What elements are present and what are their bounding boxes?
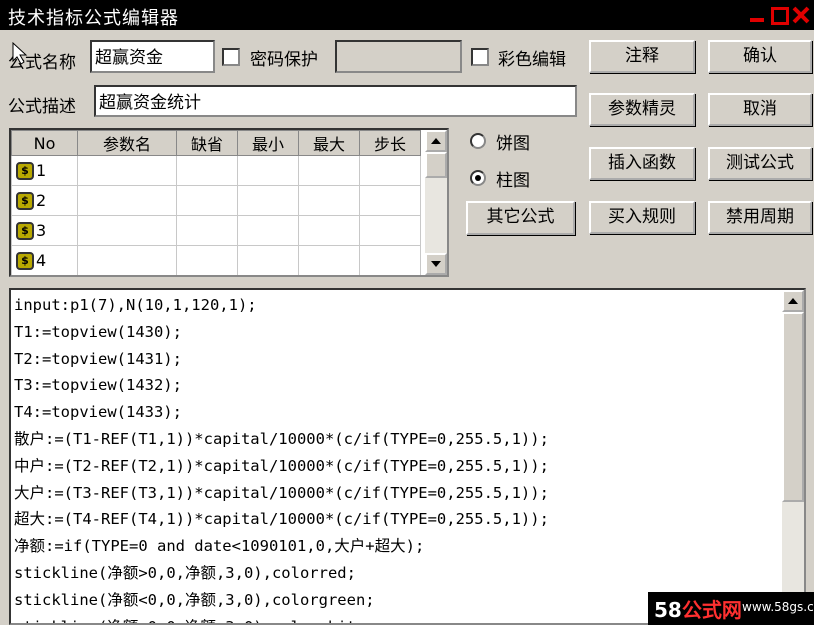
params-table: No 参数名 缺省 最小 最大 步长 $1 $2 $3 $ 4 bbox=[9, 128, 449, 277]
params-scrollbar[interactable] bbox=[425, 130, 447, 275]
formula-code-editor[interactable]: input:p1(7),N(10,1,120,1); T1:=topview(1… bbox=[9, 288, 806, 625]
table-cell[interactable] bbox=[237, 185, 299, 216]
pie-chart-label: 饼图 bbox=[496, 134, 530, 154]
minimize-icon[interactable] bbox=[748, 6, 766, 24]
color-edit-checkbox[interactable] bbox=[471, 48, 489, 66]
col-header-no: No bbox=[11, 130, 78, 156]
row-number: 4 bbox=[36, 250, 47, 270]
table-cell[interactable] bbox=[77, 185, 177, 216]
formula-name-input[interactable]: 超赢资金 bbox=[90, 40, 215, 73]
param-row-icon: $ bbox=[16, 252, 34, 271]
table-row[interactable]: $4 bbox=[11, 245, 421, 275]
col-header-min: 最小 bbox=[237, 130, 299, 156]
table-cell[interactable] bbox=[176, 155, 238, 186]
table-cell[interactable] bbox=[359, 215, 421, 246]
scroll-thumb[interactable] bbox=[782, 312, 804, 502]
row-number: 2 bbox=[36, 190, 47, 210]
watermark-brand-text: 公式网 bbox=[681, 598, 742, 622]
table-cell[interactable] bbox=[298, 185, 360, 216]
param-row-icon: $ bbox=[16, 192, 34, 211]
col-header-default: 缺省 bbox=[176, 130, 238, 156]
col-header-max: 最大 bbox=[298, 130, 360, 156]
watermark-logo: 58公式网 bbox=[654, 594, 742, 623]
row-number: 3 bbox=[36, 220, 47, 240]
pie-chart-radio[interactable] bbox=[470, 133, 486, 149]
table-cell[interactable] bbox=[237, 215, 299, 246]
watermark-url: www.58gs.com bbox=[742, 600, 814, 614]
table-row[interactable]: $2 bbox=[11, 185, 421, 216]
param-row-icon: $ bbox=[16, 162, 34, 181]
other-formula-button[interactable]: 其它公式 bbox=[466, 201, 575, 235]
watermark-brand-num: 58 bbox=[654, 598, 682, 622]
col-header-step: 步长 bbox=[359, 130, 421, 156]
table-cell[interactable] bbox=[359, 155, 421, 186]
table-cell[interactable] bbox=[176, 245, 238, 275]
title-bar: 技术指标公式编辑器 bbox=[0, 0, 814, 30]
bar-chart-label: 柱图 bbox=[496, 171, 530, 191]
insert-function-button[interactable]: 插入函数 bbox=[589, 147, 695, 180]
password-input[interactable] bbox=[335, 40, 462, 73]
scroll-down-arrow-icon[interactable] bbox=[425, 253, 447, 275]
buy-rule-button[interactable]: 买入规则 bbox=[589, 201, 695, 234]
scroll-thumb[interactable] bbox=[425, 152, 447, 178]
table-cell[interactable] bbox=[237, 155, 299, 186]
disable-period-button[interactable]: 禁用周期 bbox=[708, 201, 812, 234]
window-title: 技术指标公式编辑器 bbox=[8, 8, 179, 29]
table-cell[interactable] bbox=[298, 155, 360, 186]
table-row[interactable]: $1 bbox=[11, 155, 421, 186]
maximize-icon[interactable] bbox=[770, 6, 789, 25]
confirm-button[interactable]: 确认 bbox=[708, 40, 812, 73]
params-header-row: No 参数名 缺省 最小 最大 步长 bbox=[11, 130, 421, 156]
bar-chart-radio[interactable] bbox=[470, 170, 486, 186]
table-cell[interactable] bbox=[77, 245, 177, 275]
password-protect-checkbox[interactable] bbox=[222, 48, 240, 66]
editor-dialog: 公式名称 超赢资金 密码保护 彩色编辑 公式描述 超赢资金统计 No 参数名 缺… bbox=[0, 30, 814, 625]
param-wizard-button[interactable]: 参数精灵 bbox=[589, 93, 695, 126]
table-cell[interactable] bbox=[237, 245, 299, 275]
row-number: 1 bbox=[36, 160, 47, 180]
cancel-button[interactable]: 取消 bbox=[708, 93, 812, 126]
password-protect-label: 密码保护 bbox=[250, 50, 318, 70]
param-row-icon: $ bbox=[16, 222, 34, 241]
formula-desc-label: 公式描述 bbox=[8, 97, 76, 117]
scroll-up-arrow-icon[interactable] bbox=[782, 290, 804, 312]
mouse-cursor-icon bbox=[12, 42, 28, 65]
code-text[interactable]: input:p1(7),N(10,1,120,1); T1:=topview(1… bbox=[14, 292, 549, 623]
col-header-param-name: 参数名 bbox=[77, 130, 177, 156]
table-cell[interactable] bbox=[176, 215, 238, 246]
table-cell[interactable] bbox=[359, 245, 421, 275]
comment-button[interactable]: 注释 bbox=[589, 40, 695, 73]
test-formula-button[interactable]: 测试公式 bbox=[708, 147, 812, 180]
table-cell[interactable] bbox=[77, 155, 177, 186]
table-cell[interactable] bbox=[298, 215, 360, 246]
table-row[interactable]: $3 bbox=[11, 215, 421, 246]
table-cell[interactable] bbox=[176, 185, 238, 216]
scroll-up-arrow-icon[interactable] bbox=[425, 130, 447, 152]
table-cell[interactable] bbox=[77, 215, 177, 246]
formula-desc-input[interactable]: 超赢资金统计 bbox=[94, 85, 577, 117]
site-watermark: 58公式网 www.58gs.com bbox=[648, 592, 814, 625]
close-icon[interactable] bbox=[792, 6, 810, 24]
color-edit-label: 彩色编辑 bbox=[498, 50, 566, 70]
table-cell[interactable] bbox=[359, 185, 421, 216]
code-scrollbar[interactable] bbox=[782, 290, 804, 623]
table-cell[interactable] bbox=[298, 245, 360, 275]
